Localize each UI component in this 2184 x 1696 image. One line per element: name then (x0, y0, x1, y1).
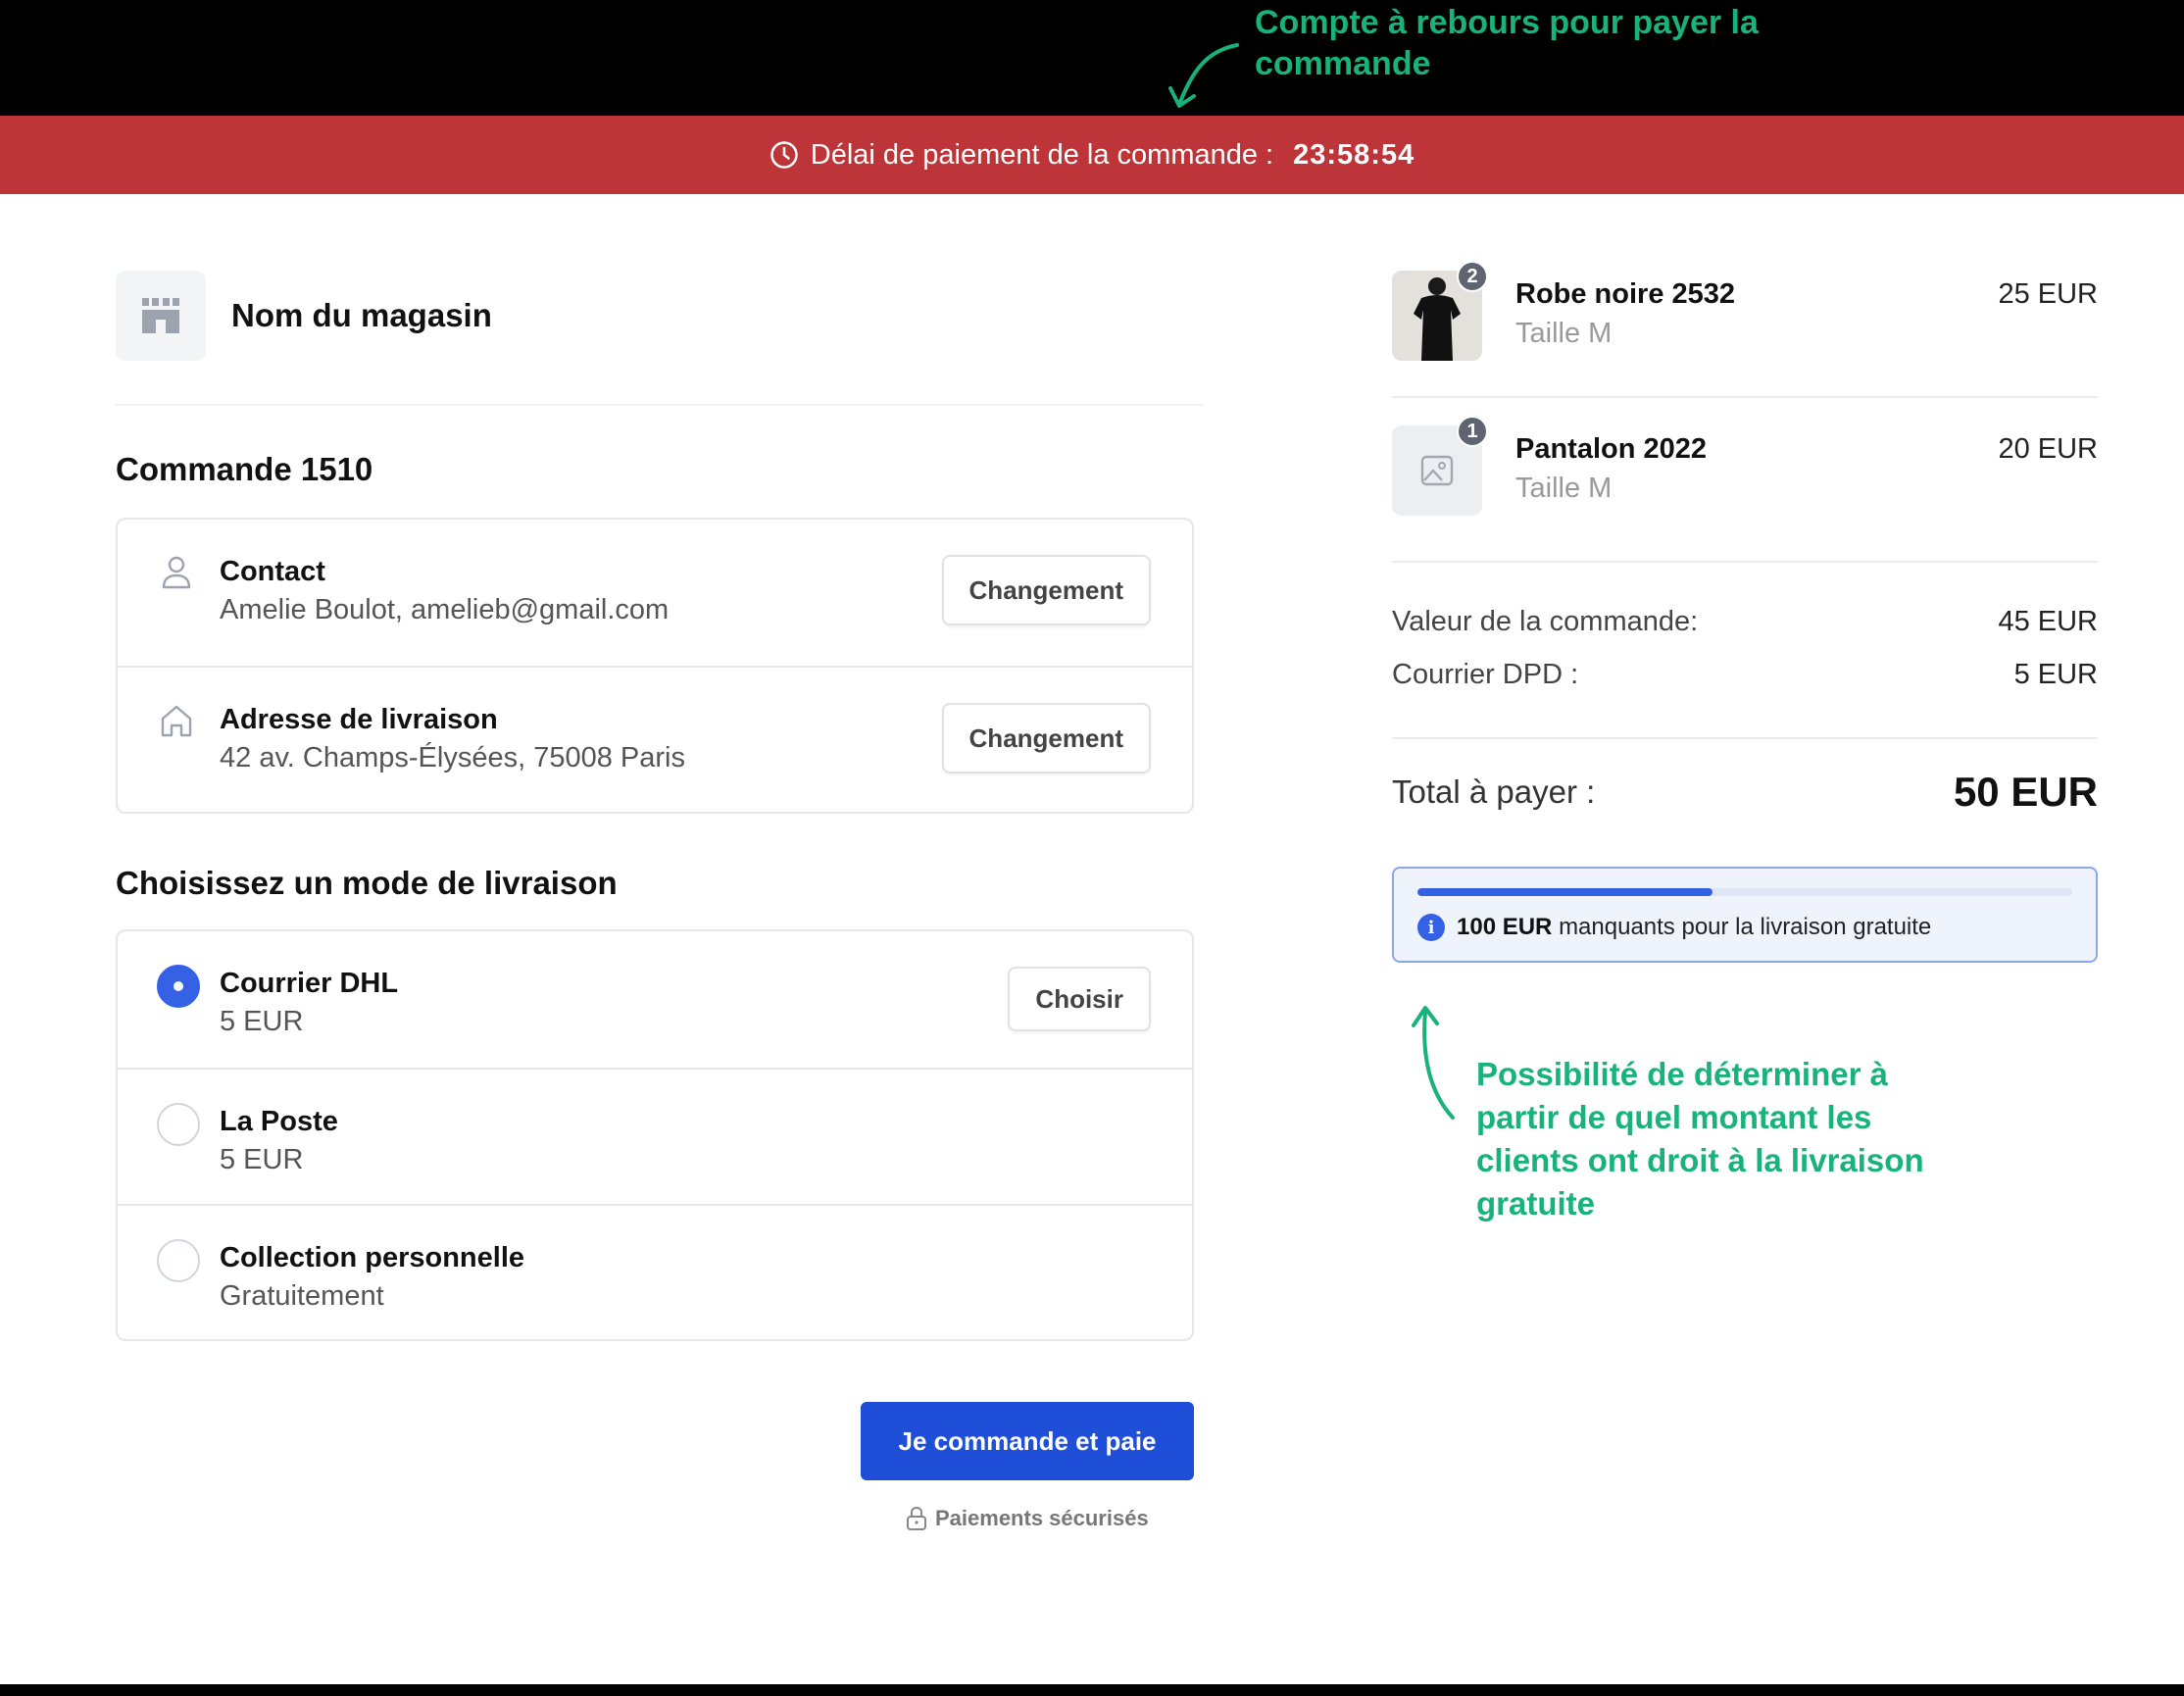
user-icon (157, 553, 196, 592)
annotation-arrow-icon (1168, 43, 1239, 108)
shipping-option-dhl[interactable]: Courrier DHL 5 EUR Choisir (118, 931, 1192, 1068)
order-title: Commande 1510 (116, 451, 373, 487)
annotation-arrow-icon (1412, 1006, 1455, 1120)
product-price: 20 EUR (1998, 433, 2098, 465)
timer-value: 23:58:54 (1293, 138, 1415, 171)
cart-item: 2 Robe noire 2532 Taille M 25 EUR (1392, 261, 2098, 361)
divider (1392, 737, 2098, 739)
shipping-option-name: Collection personnelle (220, 1242, 524, 1273)
shipping-option-name: Courrier DHL (220, 968, 399, 999)
order-value-row: Valeur de la commande: 45 EUR (1392, 606, 2098, 638)
radio-dhl[interactable] (157, 965, 200, 1008)
shipping-title: Choisissez un mode de livraison (116, 865, 618, 901)
radio-la-poste[interactable] (157, 1103, 200, 1146)
order-value: 45 EUR (1998, 606, 2098, 637)
secure-payments: Paiements sécurisés (906, 1506, 1149, 1531)
shipping-option-price: 5 EUR (220, 1144, 304, 1175)
product-name: Pantalon 2022 (1515, 433, 1708, 465)
countdown-annotation: Compte à rebours pour payer la commande (1255, 4, 1759, 82)
contact-value: Amelie Boulot, amelieb@gmail.com (220, 594, 670, 625)
divider (1392, 396, 2098, 398)
cart-item: 1 Pantalon 2022 Taille M 20 EUR (1392, 416, 2098, 516)
free-shipping-box: i 100 EUR manquants pour la livraison gr… (1392, 867, 2098, 963)
free-shipping-annotation: Possibilité de déterminer à partir de qu… (1476, 1056, 1924, 1222)
shipping-option-price: 5 EUR (220, 1006, 304, 1037)
checkout-page: Nom du magasin Commande 1510 Contact Ame… (0, 194, 2184, 1684)
product-price: 25 EUR (1998, 278, 2098, 310)
store-logo (116, 271, 206, 361)
product-size: Taille M (1515, 473, 1613, 504)
address-row: Adresse de livraison 42 av. Champs-Élysé… (118, 666, 1192, 812)
secure-text: Paiements sécurisés (935, 1506, 1149, 1530)
free-shipping-progress (1417, 888, 2072, 896)
top-annotation-area (0, 0, 2184, 116)
missing-amount: 100 EUR (1457, 914, 1553, 940)
shipping-option-price: Gratuitement (220, 1280, 384, 1312)
address-value: 42 av. Champs-Élysées, 75008 Paris (220, 742, 685, 773)
store-header: Nom du magasin (116, 271, 492, 361)
shipping-option-name: La Poste (220, 1106, 338, 1137)
clock-icon (770, 141, 798, 169)
image-placeholder-icon (1420, 455, 1454, 486)
order-and-pay-button[interactable]: Je commande et paie (861, 1402, 1194, 1480)
shipping-options-card: Courrier DHL 5 EUR Choisir La Poste 5 EU… (116, 929, 1194, 1341)
contact-row: Contact Amelie Boulot, amelieb@gmail.com… (118, 520, 1192, 666)
store-name: Nom du magasin (231, 297, 492, 333)
quantity-badge: 2 (1457, 261, 1488, 292)
product-image: 2 (1392, 261, 1488, 361)
free-shipping-text: i 100 EUR manquants pour la livraison gr… (1417, 914, 1931, 941)
change-contact-button[interactable]: Changement (941, 555, 1151, 625)
progress-fill (1417, 888, 1712, 896)
order-info-card: Contact Amelie Boulot, amelieb@gmail.com… (116, 518, 1194, 814)
shipping-cost-label: Courrier DPD : (1392, 659, 1579, 690)
home-icon (157, 701, 196, 740)
shipping-option-la-poste[interactable]: La Poste 5 EUR (118, 1068, 1192, 1204)
divider (1392, 561, 2098, 563)
change-address-button[interactable]: Changement (941, 703, 1151, 773)
shipping-option-pickup[interactable]: Collection personnelle Gratuitement (118, 1204, 1192, 1340)
radio-pickup[interactable] (157, 1239, 200, 1282)
choose-button[interactable]: Choisir (1008, 967, 1151, 1031)
product-image: 1 (1392, 416, 1488, 516)
shipping-cost-value: 5 EUR (2013, 659, 2098, 690)
timer-label: Délai de paiement de la commande : (810, 138, 1274, 171)
order-value-label: Valeur de la commande: (1392, 606, 1699, 637)
info-icon: i (1417, 914, 1445, 941)
store-icon (142, 298, 179, 333)
lock-icon (907, 1506, 926, 1530)
product-name: Robe noire 2532 (1515, 278, 1736, 310)
address-title: Adresse de livraison (220, 704, 498, 735)
shipping-cost-row: Courrier DPD : 5 EUR (1392, 659, 2098, 691)
bottom-border (0, 1684, 2184, 1696)
total-value: 50 EUR (1953, 769, 2098, 815)
total-row: Total à payer : 50 EUR (1392, 769, 2098, 816)
product-size: Taille M (1515, 318, 1613, 349)
total-label: Total à payer : (1392, 773, 1596, 810)
payment-timer-bar: Délai de paiement de la commande : 23:58… (0, 116, 2184, 194)
contact-title: Contact (220, 556, 325, 587)
free-shipping-message: manquants pour la livraison gratuite (1559, 914, 1932, 940)
quantity-badge: 1 (1457, 416, 1488, 447)
divider (116, 404, 1204, 406)
